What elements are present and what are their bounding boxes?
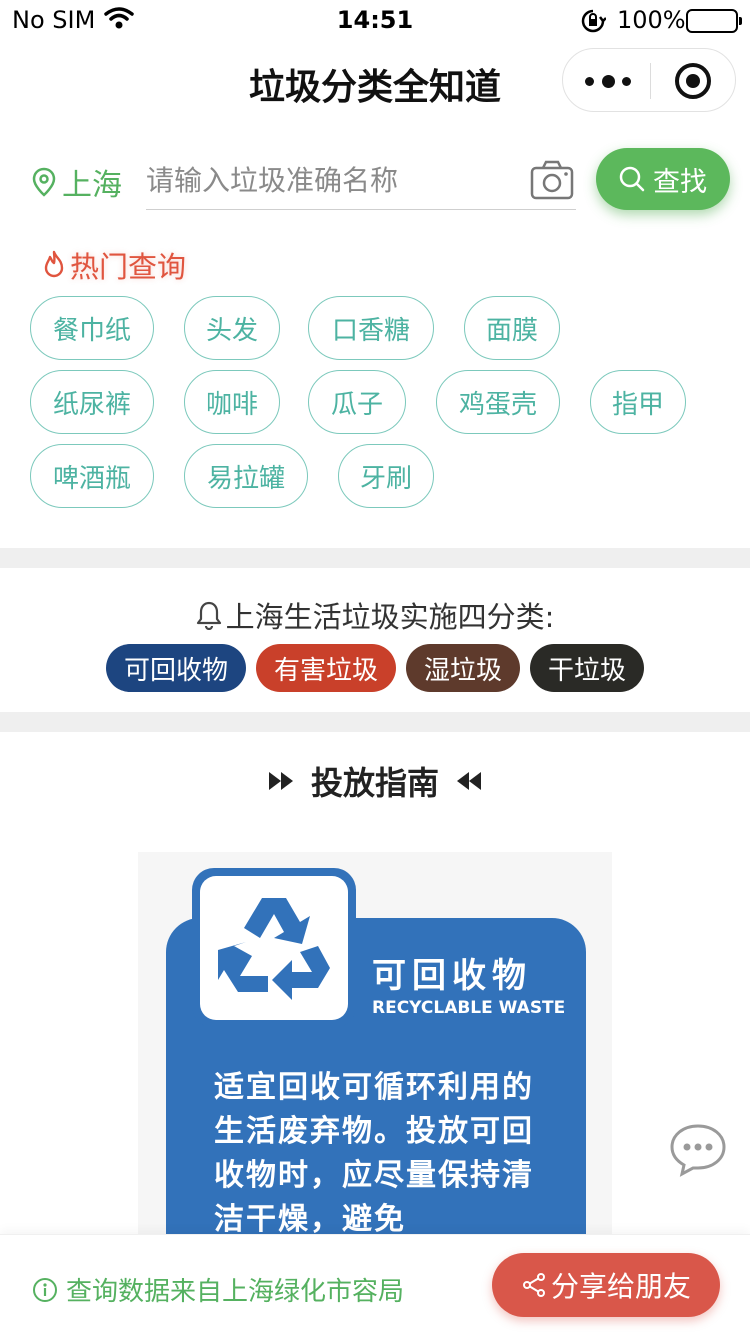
hot-tag[interactable]: 咖啡 xyxy=(184,370,280,434)
data-source-label: 查询数据来自上海绿化市容局 xyxy=(66,1277,405,1307)
hot-tag[interactable]: 啤酒瓶 xyxy=(30,444,154,508)
more-icon[interactable] xyxy=(585,69,631,93)
fast-forward-icon xyxy=(268,772,293,790)
categories-title-label: 上海生活垃圾实施四分类: xyxy=(225,600,555,634)
badge-wet[interactable]: 湿垃圾 xyxy=(406,644,521,692)
search-button[interactable]: 查找 xyxy=(596,148,730,210)
poster-icon-box xyxy=(192,868,356,1028)
hot-tag[interactable]: 面膜 xyxy=(464,296,560,360)
flame-icon xyxy=(44,250,64,278)
poster-subtitle: RECYCLABLE WASTE xyxy=(372,998,566,1018)
guide-title-label: 投放指南 xyxy=(310,764,439,802)
hot-tag[interactable]: 易拉罐 xyxy=(184,444,308,508)
badge-hazardous[interactable]: 有害垃圾 xyxy=(255,644,396,692)
bell-icon xyxy=(196,601,221,630)
hot-queries-title: 热门查询 xyxy=(40,244,186,286)
close-target-icon[interactable] xyxy=(675,63,711,99)
data-source-note: 查询数据来自上海绿化市容局 xyxy=(32,1271,404,1308)
search-icon xyxy=(619,166,645,192)
share-button-label: 分享给朋友 xyxy=(550,1270,691,1303)
hot-tag[interactable]: 牙刷 xyxy=(338,444,434,508)
guide-poster: 可回收物 RECYCLABLE WASTE 适宜回收可循环利用的生活废弃物。投放… xyxy=(138,852,612,1252)
battery-percentage: 100% xyxy=(617,6,686,34)
chat-fab[interactable] xyxy=(668,1122,728,1182)
city-selector[interactable]: 上海 xyxy=(32,160,122,204)
search-button-label: 查找 xyxy=(653,166,707,198)
nav-bar: 垃圾分类全知道 xyxy=(0,40,750,124)
categories-title: 上海生活垃圾实施四分类: xyxy=(0,594,750,636)
search-row: 上海 查找 xyxy=(0,148,750,218)
poster-title: 可回收物 xyxy=(372,956,532,996)
share-icon xyxy=(522,1273,545,1297)
orientation-lock-icon xyxy=(580,8,607,38)
bottom-bar: 查询数据来自上海绿化市容局 分享给朋友 xyxy=(0,1234,750,1334)
section-divider xyxy=(0,712,750,732)
four-categories-panel: 上海生活垃圾实施四分类: 可回收物 有害垃圾 湿垃圾 干垃圾 xyxy=(0,568,750,712)
guide-title: 投放指南 xyxy=(0,758,750,804)
mini-program-capsule xyxy=(562,48,736,112)
recycle-icon xyxy=(218,898,330,1000)
hot-tag[interactable]: 鸡蛋壳 xyxy=(436,370,560,434)
battery-icon xyxy=(686,9,742,33)
search-field xyxy=(146,152,576,210)
search-input[interactable] xyxy=(146,158,516,202)
rewind-icon xyxy=(457,772,481,790)
category-badges: 可回收物 有害垃圾 湿垃圾 干垃圾 xyxy=(0,644,750,692)
hot-tag[interactable]: 纸尿裤 xyxy=(30,370,154,434)
hot-queries-label: 热门查询 xyxy=(70,250,187,284)
info-icon xyxy=(33,1277,57,1302)
location-pin-icon xyxy=(32,167,56,197)
badge-dry[interactable]: 干垃圾 xyxy=(530,644,645,692)
hot-tag[interactable]: 瓜子 xyxy=(308,370,406,434)
status-bar: No SIM 14:51 100% xyxy=(0,0,750,40)
section-divider xyxy=(0,548,750,568)
chat-bubble-icon xyxy=(670,1124,726,1177)
hot-tag[interactable]: 口香糖 xyxy=(308,296,434,360)
camera-icon[interactable] xyxy=(530,160,574,204)
poster-description: 适宜回收可循环利用的生活废弃物。投放可回收物时，应尽量保持清洁干燥，避免 xyxy=(214,1070,534,1237)
hot-tag[interactable]: 餐巾纸 xyxy=(30,296,154,360)
share-button[interactable]: 分享给朋友 xyxy=(492,1253,720,1317)
capsule-divider xyxy=(650,63,651,99)
badge-recyclable[interactable]: 可回收物 xyxy=(105,644,246,692)
hot-tag[interactable]: 头发 xyxy=(184,296,280,360)
hot-tag[interactable]: 指甲 xyxy=(590,370,686,434)
city-label: 上海 xyxy=(62,168,122,203)
